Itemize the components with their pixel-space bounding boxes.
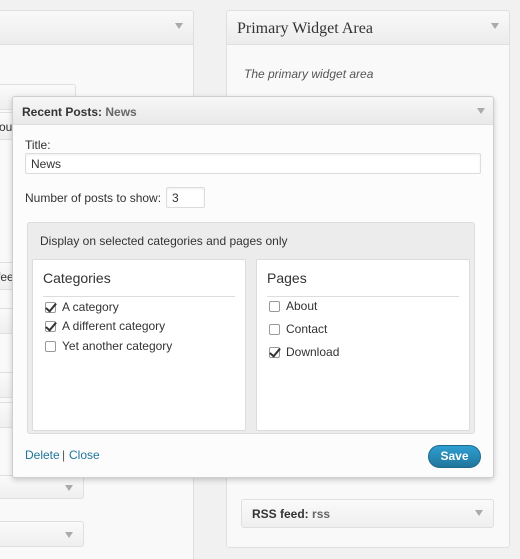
page-label: Download	[286, 345, 340, 359]
categories-list[interactable]: Categories A category A different catego…	[32, 259, 246, 431]
primary-area-title: Primary Widget Area	[237, 20, 373, 37]
page-label: About	[286, 299, 318, 313]
primary-area-description: The primary widget area	[244, 67, 374, 81]
display-filter-box: Display on selected categories and pages…	[27, 222, 475, 434]
page-checkbox[interactable]	[269, 346, 280, 358]
widget-type-label: Recent Posts:	[22, 105, 103, 119]
category-label: Yet another category	[62, 339, 173, 353]
rss-widget-subtitle: rss	[312, 507, 331, 521]
rss-feed-widget[interactable]: RSS feed: rss	[241, 499, 494, 528]
recent-posts-widget: Recent Posts: News Title: Number of post…	[12, 96, 494, 478]
left-widget-2-label: ou	[0, 120, 13, 134]
left-widget-8[interactable]	[0, 521, 84, 547]
widget-instance-label: News	[105, 105, 137, 119]
num-posts-label: Number of posts to show:	[25, 191, 162, 205]
pages-divider	[267, 296, 459, 297]
chevron-down-icon[interactable]	[65, 485, 73, 491]
category-label: A category	[62, 300, 119, 314]
recent-posts-title: Recent Posts: News	[22, 105, 137, 119]
page-label: Contact	[286, 322, 328, 336]
close-link[interactable]: Close	[69, 448, 100, 462]
chevron-down-icon[interactable]	[175, 23, 183, 29]
pages-heading: Pages	[267, 270, 307, 286]
primary-area-header[interactable]: Primary Widget Area	[227, 11, 509, 45]
page-item[interactable]: About	[269, 298, 317, 314]
category-item[interactable]: A different category	[45, 318, 165, 334]
categories-heading: Categories	[43, 270, 111, 286]
recent-posts-header[interactable]: Recent Posts: News	[13, 97, 493, 125]
num-posts-input[interactable]	[166, 187, 205, 208]
save-button[interactable]: Save	[428, 445, 481, 468]
category-checkbox[interactable]	[45, 301, 56, 313]
title-label: Title:	[25, 138, 51, 152]
category-label: A different category	[62, 319, 166, 333]
title-input[interactable]	[25, 153, 481, 174]
categories-divider	[43, 296, 235, 297]
left-area-header[interactable]	[0, 11, 193, 45]
page-checkbox[interactable]	[269, 323, 280, 335]
chevron-down-icon[interactable]	[475, 510, 483, 516]
category-checkbox[interactable]	[45, 320, 56, 332]
page-checkbox[interactable]	[269, 300, 280, 312]
chevron-down-icon[interactable]	[477, 108, 485, 114]
link-separator: |	[62, 448, 66, 462]
pages-list[interactable]: Pages About Contact Download	[256, 259, 470, 431]
chevron-down-icon[interactable]	[65, 532, 73, 538]
category-checkbox[interactable]	[45, 340, 56, 352]
page-item[interactable]: Contact	[269, 321, 327, 337]
page-item[interactable]: Download	[269, 344, 339, 360]
rss-widget-title-label: RSS feed:	[252, 507, 309, 521]
chevron-down-icon[interactable]	[491, 23, 499, 29]
rss-widget-title: RSS feed: rss	[252, 507, 330, 521]
left-widget-7[interactable]	[0, 475, 84, 499]
delete-link[interactable]: Delete	[25, 448, 60, 462]
display-filter-caption: Display on selected categories and pages…	[40, 234, 288, 248]
category-item[interactable]: A category	[45, 299, 119, 315]
category-item[interactable]: Yet another category	[45, 338, 172, 354]
